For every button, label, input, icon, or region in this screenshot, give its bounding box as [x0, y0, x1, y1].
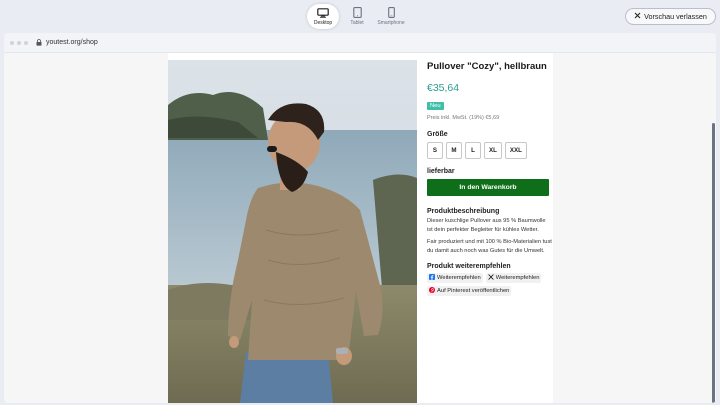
smartphone-icon: [387, 7, 395, 18]
close-icon: [634, 12, 641, 21]
product-title: Pullover "Cozy", hellbraun: [427, 61, 547, 72]
facebook-icon: [429, 274, 435, 282]
share-heading: Produkt weiterempfehlen: [427, 263, 511, 270]
preview-toolbar: Desktop Tablet Smartphone Vorschau verla…: [0, 0, 720, 33]
share-facebook-label: Weiterempfehlen: [437, 275, 481, 281]
exit-preview-label: Vorschau verlassen: [644, 12, 707, 21]
product-image: [168, 60, 417, 403]
size-label: Größe: [427, 131, 448, 138]
size-option-xl[interactable]: XL: [484, 142, 502, 159]
window-dot: [10, 40, 14, 45]
x-logo-icon: [487, 274, 494, 282]
share-buttons: Weiterempfehlen Weiterempfehlen: [427, 273, 552, 283]
add-to-cart-button[interactable]: In den Warenkorb: [427, 179, 549, 196]
window-dot: [17, 40, 21, 45]
device-desktop-button[interactable]: Desktop: [307, 4, 339, 29]
device-desktop-label: Desktop: [313, 20, 333, 26]
share-facebook-button[interactable]: Weiterempfehlen: [427, 273, 483, 283]
device-smartphone-button[interactable]: Smartphone: [375, 4, 407, 29]
share-buttons-row-2: Auf Pinterest veröffentlichen: [427, 286, 552, 296]
size-selector: S M L XL XXL: [427, 142, 552, 159]
size-option-s[interactable]: S: [427, 142, 443, 159]
size-option-xxl[interactable]: XXL: [504, 142, 527, 159]
device-tablet-button[interactable]: Tablet: [347, 4, 367, 29]
size-option-m[interactable]: M: [446, 142, 462, 159]
url-text: youtest.org/shop: [46, 39, 98, 46]
description-heading: Produktbeschreibung: [427, 208, 500, 215]
page-scrollbar[interactable]: [712, 123, 715, 403]
exit-preview-button[interactable]: Vorschau verlassen: [625, 8, 716, 25]
lock-icon: [36, 39, 42, 46]
product-price: €35,64: [427, 82, 460, 94]
availability-status: lieferbar: [427, 168, 455, 175]
window-dot: [24, 40, 28, 45]
device-tablet-label: Tablet: [350, 20, 364, 26]
description-paragraph: Fair produziert und mit 100 % Bio-Materi…: [427, 239, 552, 254]
share-pinterest-button[interactable]: Auf Pinterest veröffentlichen: [427, 286, 512, 296]
product-info: Pullover "Cozy", hellbraun €35,64 Neu Pr…: [427, 61, 552, 296]
desktop-icon: [317, 7, 329, 18]
device-switcher: Desktop Tablet Smartphone: [307, 4, 407, 29]
page-viewport: Pullover "Cozy", hellbraun €35,64 Neu Pr…: [4, 53, 716, 403]
share-x-button[interactable]: Weiterempfehlen: [485, 273, 542, 283]
address-bar: youtest.org/shop: [4, 33, 716, 53]
description-paragraph: Dieser kuschlige Pullover aus 95 % Baumw…: [427, 218, 546, 233]
device-smartphone-label: Smartphone: [377, 20, 405, 26]
product-page: Pullover "Cozy", hellbraun €35,64 Neu Pr…: [168, 53, 553, 403]
new-badge: Neu: [427, 102, 444, 110]
share-pinterest-label: Auf Pinterest veröffentlichen: [437, 288, 510, 294]
size-option-l[interactable]: L: [465, 142, 481, 159]
share-x-label: Weiterempfehlen: [495, 275, 540, 281]
tablet-icon: [352, 7, 362, 18]
pinterest-icon: [429, 287, 435, 295]
browser-frame: youtest.org/shop Pullover "Cozy", hellbr…: [4, 33, 716, 403]
tax-note: Preis inkl. MwSt. (19%) €5,69: [427, 115, 500, 121]
window-controls: [10, 40, 28, 45]
